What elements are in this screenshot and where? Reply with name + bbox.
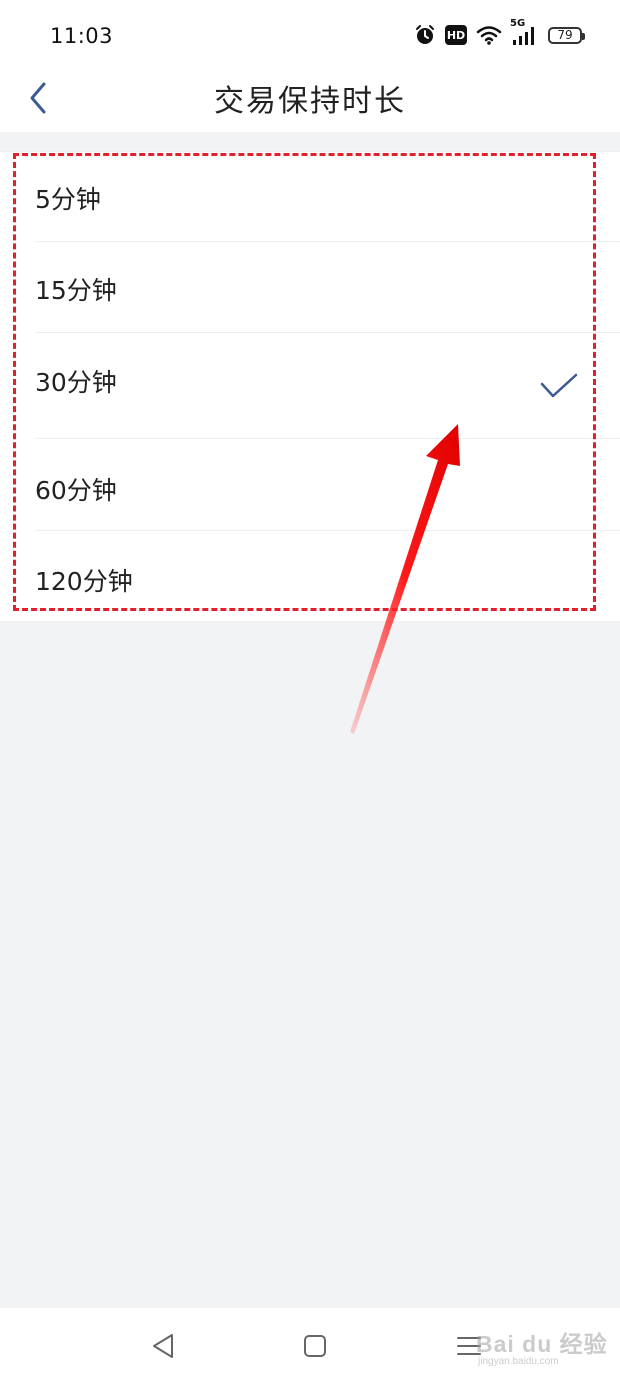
hd-icon: HD <box>445 25 467 45</box>
signal-5g-icon: 5G <box>510 18 539 46</box>
duration-option-list: 5分钟 15分钟 30分钟 60分钟 120分钟 <box>0 151 620 622</box>
checkmark-icon <box>540 373 578 398</box>
page-title: 交易保持时长 <box>214 84 406 119</box>
option-15min[interactable]: 15分钟 <box>0 242 620 333</box>
option-label: 15分钟 <box>35 276 117 305</box>
nav-header: 交易保持时长 <box>0 72 620 132</box>
option-60min[interactable]: 60分钟 <box>0 439 620 531</box>
option-label: 120分钟 <box>35 567 133 596</box>
option-label: 60分钟 <box>35 476 117 505</box>
back-triangle-icon[interactable] <box>150 1332 176 1360</box>
option-label: 5分钟 <box>35 185 101 214</box>
home-square-icon[interactable] <box>303 1332 327 1360</box>
wifi-icon <box>476 25 502 45</box>
baidu-watermark-url: jingyan.baidu.com <box>478 1356 559 1367</box>
option-label: 30分钟 <box>35 368 117 397</box>
battery-icon: 79 <box>548 26 585 44</box>
option-30min[interactable]: 30分钟 <box>0 333 620 439</box>
status-time: 11:03 <box>50 24 114 48</box>
status-icons: HD 5G 79 <box>414 18 585 46</box>
alarm-icon <box>414 24 436 46</box>
baidu-watermark: Bai du 经验 <box>476 1331 608 1357</box>
status-bar: 11:03 HD 5G 79 <box>0 0 620 72</box>
option-5min[interactable]: 5分钟 <box>0 152 620 242</box>
option-120min[interactable]: 120分钟 <box>0 531 620 621</box>
network-type-label: 5G <box>510 18 526 29</box>
